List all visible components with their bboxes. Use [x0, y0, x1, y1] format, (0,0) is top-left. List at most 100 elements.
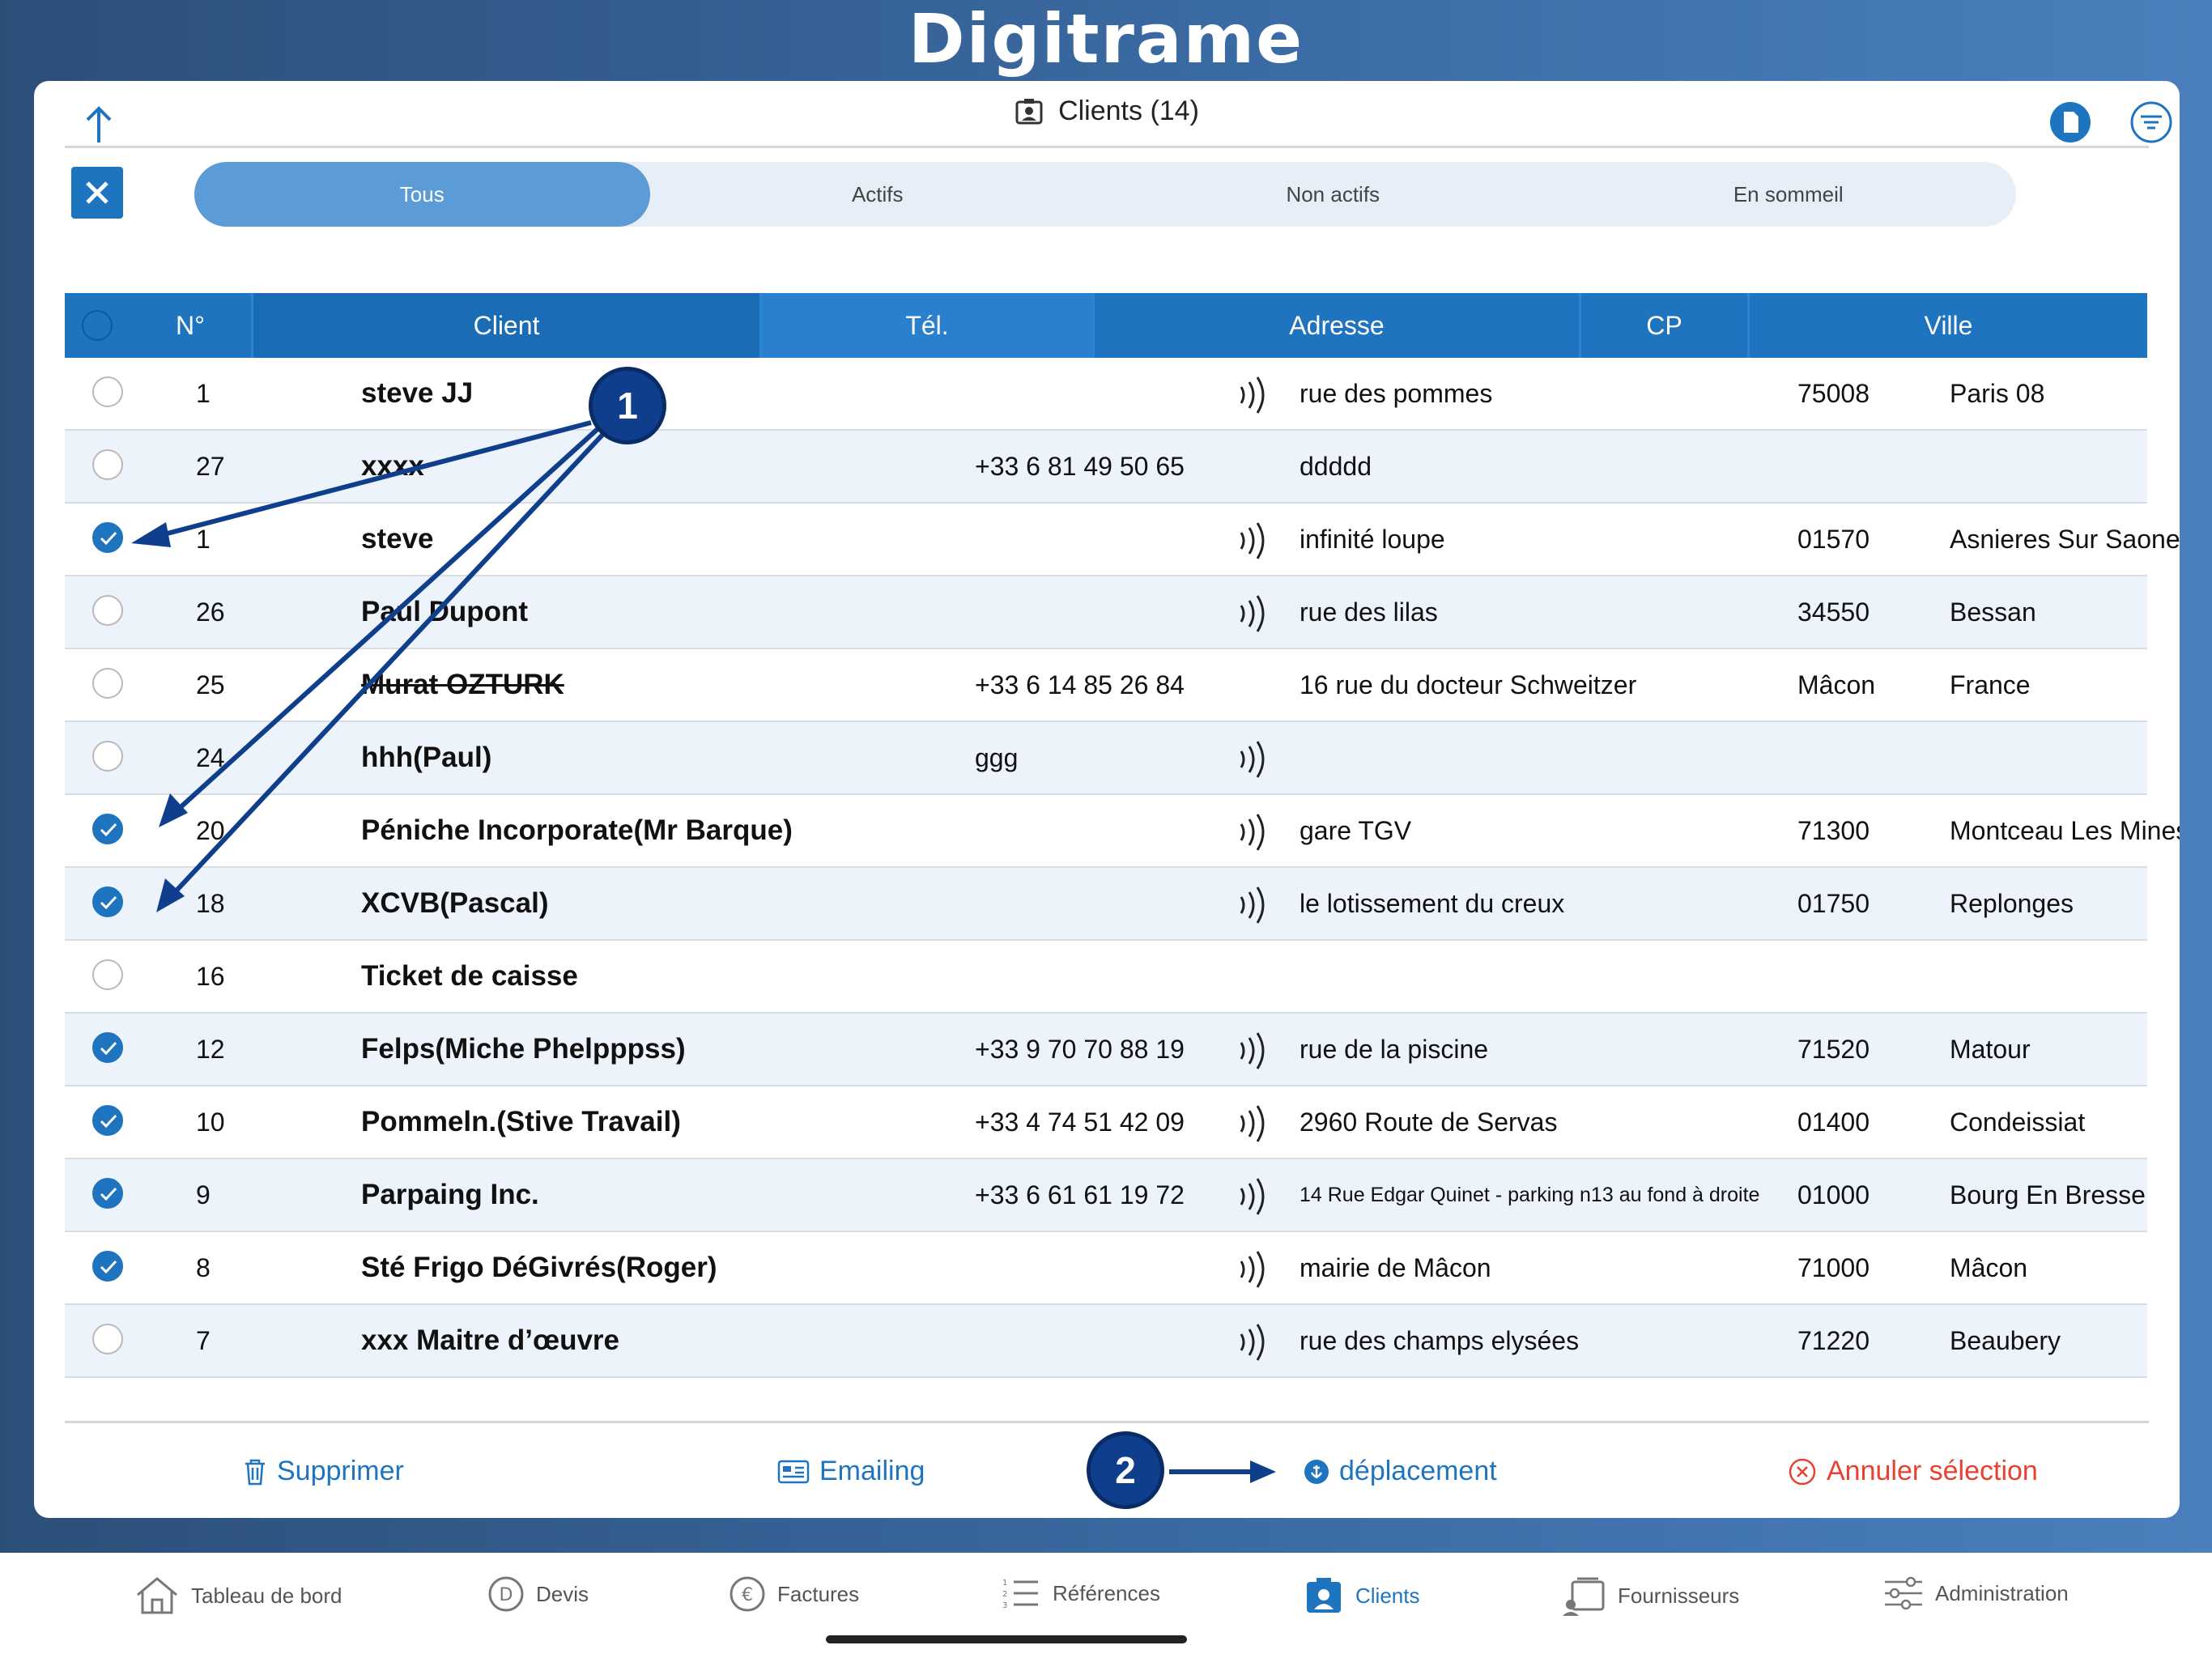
- table-row[interactable]: 24 hhh(Paul) ggg: [65, 722, 2147, 795]
- nfc-icon[interactable]: [1235, 1101, 1274, 1146]
- table-row[interactable]: 1 steve infinité loupe 01570 Asnieres Sur Sa…: [65, 504, 2180, 576]
- table-row[interactable]: 25 Murat OZTURK +33 6 14 85 26 84 16 rue du…: [65, 649, 2147, 722]
- row-address: gare TGV: [1300, 815, 1412, 845]
- mail-card-icon: [777, 1460, 810, 1483]
- row-checkbox[interactable]: [92, 668, 123, 699]
- segment-en-sommeil[interactable]: En sommeil: [1561, 162, 2017, 227]
- table-row[interactable]: 9 Parpaing Inc. +33 6 61 61 19 72 14 Rue Ed…: [65, 1159, 2147, 1232]
- nfc-icon[interactable]: [1235, 1174, 1274, 1219]
- row-checkbox[interactable]: [92, 595, 123, 626]
- filter-icon[interactable]: [2129, 100, 2173, 144]
- table-row[interactable]: 10 Pommeln.(Stive Travail) +33 4 74 51 42 …: [65, 1086, 2147, 1159]
- trash-icon: [245, 1459, 265, 1485]
- table-row[interactable]: 12 Felps(Miche Phelpppss) +33 9 70 70 88 1…: [65, 1014, 2147, 1086]
- row-city: Asnieres Sur Saone: [1950, 524, 2180, 554]
- table-row[interactable]: 18 XCVB(Pascal) le lotissement du creux 017…: [65, 868, 2147, 941]
- segment-tous[interactable]: Tous: [194, 162, 650, 227]
- table-row[interactable]: 1 steve JJ rue des pommes 75008 Paris 08: [65, 358, 2147, 431]
- svg-text:1: 1: [1002, 1579, 1007, 1588]
- row-checkbox[interactable]: [92, 449, 123, 480]
- row-city: Condeissiat: [1950, 1107, 2086, 1137]
- row-checkbox[interactable]: [92, 1251, 123, 1282]
- row-address: rue des pommes: [1300, 378, 1493, 408]
- tab-tableau-de-bord[interactable]: Tableau de bord: [134, 1575, 342, 1616]
- tab-clients[interactable]: Clients: [1304, 1575, 1419, 1616]
- select-all-checkbox[interactable]: [82, 310, 113, 341]
- tab-label: Devis: [536, 1581, 589, 1606]
- row-checkbox[interactable]: [92, 522, 123, 553]
- row-checkbox[interactable]: [92, 959, 123, 990]
- row-address: rue de la piscine: [1300, 1034, 1489, 1064]
- nfc-icon[interactable]: [1235, 372, 1274, 418]
- nfc-icon[interactable]: [1235, 1247, 1274, 1292]
- nfc-icon[interactable]: [1235, 1320, 1274, 1365]
- row-postal-code: 71520: [1797, 1034, 1870, 1064]
- row-phone: +33 6 81 49 50 65: [975, 451, 1185, 481]
- tab-fournisseurs[interactable]: Fournisseurs: [1561, 1575, 1739, 1616]
- row-postal-code: 71300: [1797, 815, 1870, 845]
- row-number: 1: [196, 378, 211, 408]
- annotation-badge-2: 2: [1087, 1431, 1164, 1509]
- table-row[interactable]: 20 Péniche Incorporate(Mr Barque) gare TGV…: [65, 795, 2180, 868]
- col-client[interactable]: Client: [253, 293, 759, 358]
- table-row[interactable]: 16 Ticket de caisse: [65, 941, 2147, 1014]
- status-segmented-control: Tous Actifs Non actifs En sommeil: [194, 162, 2016, 227]
- col-ville[interactable]: Ville: [1750, 293, 2147, 358]
- segment-actifs[interactable]: Actifs: [650, 162, 1106, 227]
- row-number: 1: [196, 524, 211, 554]
- table-row[interactable]: 27 xxxx +33 6 81 49 50 65 ddddd: [65, 431, 2147, 504]
- tab-label: Fournisseurs: [1618, 1583, 1740, 1608]
- row-client-name: Felps(Miche Phelpppss): [361, 1033, 686, 1065]
- segment-non-actifs[interactable]: Non actifs: [1105, 162, 1561, 227]
- row-checkbox[interactable]: [92, 741, 123, 772]
- row-checkbox[interactable]: [92, 1032, 123, 1063]
- nfc-icon[interactable]: [1235, 518, 1274, 563]
- col-tel[interactable]: Tél.: [762, 293, 1092, 358]
- col-adresse[interactable]: Adresse: [1095, 293, 1579, 358]
- row-client-name: Pommeln.(Stive Travail): [361, 1106, 681, 1137]
- delete-label: Supprimer: [277, 1456, 404, 1486]
- row-city: Bessan: [1950, 597, 2036, 627]
- nfc-icon[interactable]: [1235, 810, 1274, 855]
- emailing-button[interactable]: Emailing: [777, 1456, 925, 1487]
- home-indicator[interactable]: [826, 1635, 1187, 1643]
- supplier-icon: [1563, 1577, 1605, 1616]
- svg-text:3: 3: [1002, 1601, 1007, 1610]
- tab-factures[interactable]: € Factures: [729, 1575, 859, 1613]
- row-postal-code: Mâcon: [1797, 670, 1876, 699]
- delete-button[interactable]: Supprimer: [243, 1456, 404, 1487]
- tab-administration[interactable]: Administration: [1883, 1575, 2069, 1611]
- row-checkbox[interactable]: [92, 1324, 123, 1354]
- nfc-icon[interactable]: [1235, 591, 1274, 636]
- row-number: 8: [196, 1252, 211, 1282]
- row-city: Paris 08: [1950, 378, 2045, 408]
- nfc-icon[interactable]: [1235, 737, 1274, 782]
- row-checkbox[interactable]: [92, 886, 123, 917]
- row-checkbox[interactable]: [92, 814, 123, 844]
- row-checkbox[interactable]: [92, 1105, 123, 1136]
- nfc-icon[interactable]: [1235, 1028, 1274, 1073]
- col-num[interactable]: N°: [130, 293, 251, 358]
- cancel-selection-button[interactable]: Annuler sélection: [1788, 1456, 2038, 1487]
- row-city: Montceau Les Mines: [1950, 815, 2180, 845]
- row-checkbox[interactable]: [92, 376, 123, 407]
- tab-references[interactable]: 1 2 3 Références: [1001, 1575, 1160, 1611]
- row-city: Bourg En Bresse: [1950, 1180, 2146, 1209]
- checkmark-icon: [100, 531, 117, 546]
- row-checkbox[interactable]: [92, 1178, 123, 1209]
- tab-devis[interactable]: D Devis: [487, 1575, 589, 1613]
- col-cp[interactable]: CP: [1581, 293, 1747, 358]
- row-address: infinité loupe: [1300, 524, 1445, 554]
- move-button[interactable]: déplacement: [1304, 1456, 1497, 1487]
- close-selection-button[interactable]: [71, 167, 123, 219]
- nfc-icon[interactable]: [1235, 882, 1274, 928]
- table-row[interactable]: 7 xxx Maitre d’œuvre rue des champs elysée…: [65, 1305, 2147, 1378]
- row-client-name: Murat OZTURK: [361, 669, 564, 700]
- close-icon: [86, 181, 108, 204]
- table-row[interactable]: 26 Paul Dupont rue des lilas 34550 Bessan: [65, 576, 2147, 649]
- row-client-name: XCVB(Pascal): [361, 887, 549, 919]
- row-city: Beaubery: [1950, 1325, 2061, 1355]
- document-icon[interactable]: [2048, 100, 2092, 144]
- row-number: 16: [196, 961, 225, 991]
- table-row[interactable]: 8 Sté Frigo DéGivrés(Roger) mairie de Mâco…: [65, 1232, 2147, 1305]
